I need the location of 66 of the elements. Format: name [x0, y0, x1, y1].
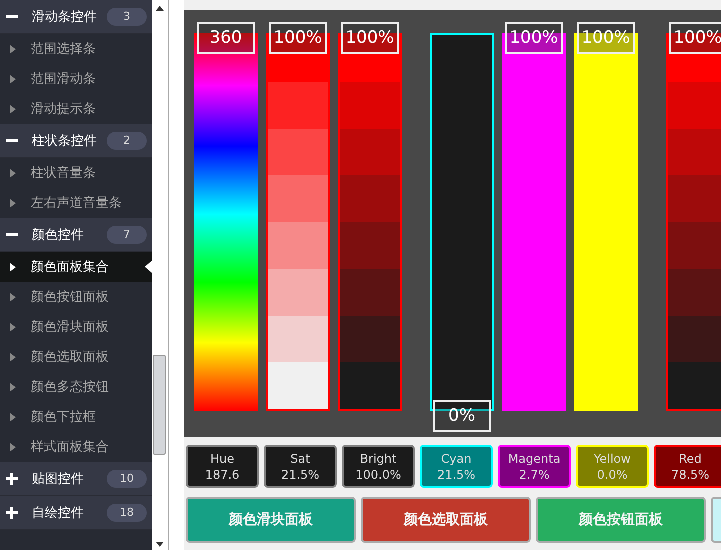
tree-group-row[interactable]: 滑动条控件 3 [0, 0, 152, 34]
value-reading: 78.5% [671, 466, 710, 482]
tree-group-row[interactable]: 贴图控件 10 [0, 462, 152, 496]
triangle-icon [10, 104, 16, 114]
value-reading: 2.7% [519, 466, 550, 482]
group-label: 贴图控件 [32, 470, 85, 488]
tree-item[interactable]: 柱状音量条 [0, 158, 152, 188]
triangle-icon [10, 442, 16, 452]
triangle-icon [10, 44, 16, 54]
tree-item[interactable]: 颜色下拉框 [0, 402, 152, 432]
value-reading: 21.5% [281, 466, 320, 482]
value-reading: 100.0% [356, 466, 402, 482]
value-name: Magenta [508, 450, 561, 466]
triangle-icon [10, 412, 16, 422]
pointer-icon [145, 261, 152, 273]
toggle-icon[interactable] [6, 472, 18, 484]
toggle-icon[interactable] [6, 506, 18, 518]
value-handle[interactable]: 100% [341, 22, 399, 54]
up-arrow-icon[interactable] [156, 6, 164, 11]
value-handle[interactable]: 100% [505, 22, 563, 54]
triangle-icon [10, 198, 16, 208]
value-name: Sat [290, 450, 310, 466]
down-arrow-icon[interactable] [156, 542, 164, 547]
tree-item[interactable]: 范围选择条 [0, 34, 152, 64]
triangle-icon [10, 74, 16, 84]
tree-item[interactable]: 颜色面板集合 [0, 252, 152, 282]
group-label: 滑动条控件 [32, 8, 98, 26]
value-name: Bright [360, 450, 397, 466]
group-label: 自绘控件 [32, 504, 85, 522]
value-name: Yellow [594, 450, 631, 466]
value-handle[interactable]: 0% [433, 400, 491, 432]
tree-group-row[interactable]: 颜色控件 7 [0, 218, 152, 252]
count-badge: 2 [107, 132, 147, 150]
tree-item[interactable]: 颜色选取面板 [0, 342, 152, 372]
tree-item[interactable]: 样式面板集合 [0, 432, 152, 462]
scroll-thumb[interactable] [153, 355, 166, 455]
tree-item[interactable]: 颜色按钮面板 [0, 282, 152, 312]
value-name: Hue [210, 450, 234, 466]
triangle-icon [10, 322, 16, 332]
triangle-icon [10, 262, 16, 272]
panel-button[interactable]: 颜色选取面板 [361, 497, 531, 543]
triangle-icon [10, 352, 16, 362]
tree-item[interactable]: 颜色滑块面板 [0, 312, 152, 342]
value-reading: 21.5% [437, 466, 476, 482]
group-label: 颜色控件 [32, 226, 85, 244]
value-name: Red [679, 450, 702, 466]
count-badge: 10 [107, 470, 147, 488]
triangle-icon [10, 168, 16, 178]
count-badge: 18 [107, 504, 147, 522]
value-name: Cyan [441, 450, 472, 466]
value-reading: 0.0% [597, 466, 628, 482]
tree-item[interactable]: 左右声道音量条 [0, 188, 152, 218]
tree-group-row[interactable]: 自绘控件 18 [0, 496, 152, 530]
count-badge: 3 [107, 8, 147, 26]
tree-item[interactable]: 滑动提示条 [0, 94, 152, 124]
tree-item[interactable]: 颜色多态按钮 [0, 372, 152, 402]
triangle-icon [10, 382, 16, 392]
value-handle[interactable]: 100% [269, 22, 327, 54]
value-reading: 187.6 [205, 466, 240, 482]
value-handle[interactable]: 360 [197, 22, 255, 54]
tree-item[interactable]: 范围滑动条 [0, 64, 152, 94]
value-handle[interactable]: 100% [669, 22, 721, 54]
count-badge: 7 [107, 226, 147, 244]
tree-group-row[interactable]: 柱状条控件 2 [0, 124, 152, 158]
triangle-icon [10, 292, 16, 302]
group-label: 柱状条控件 [32, 132, 98, 150]
